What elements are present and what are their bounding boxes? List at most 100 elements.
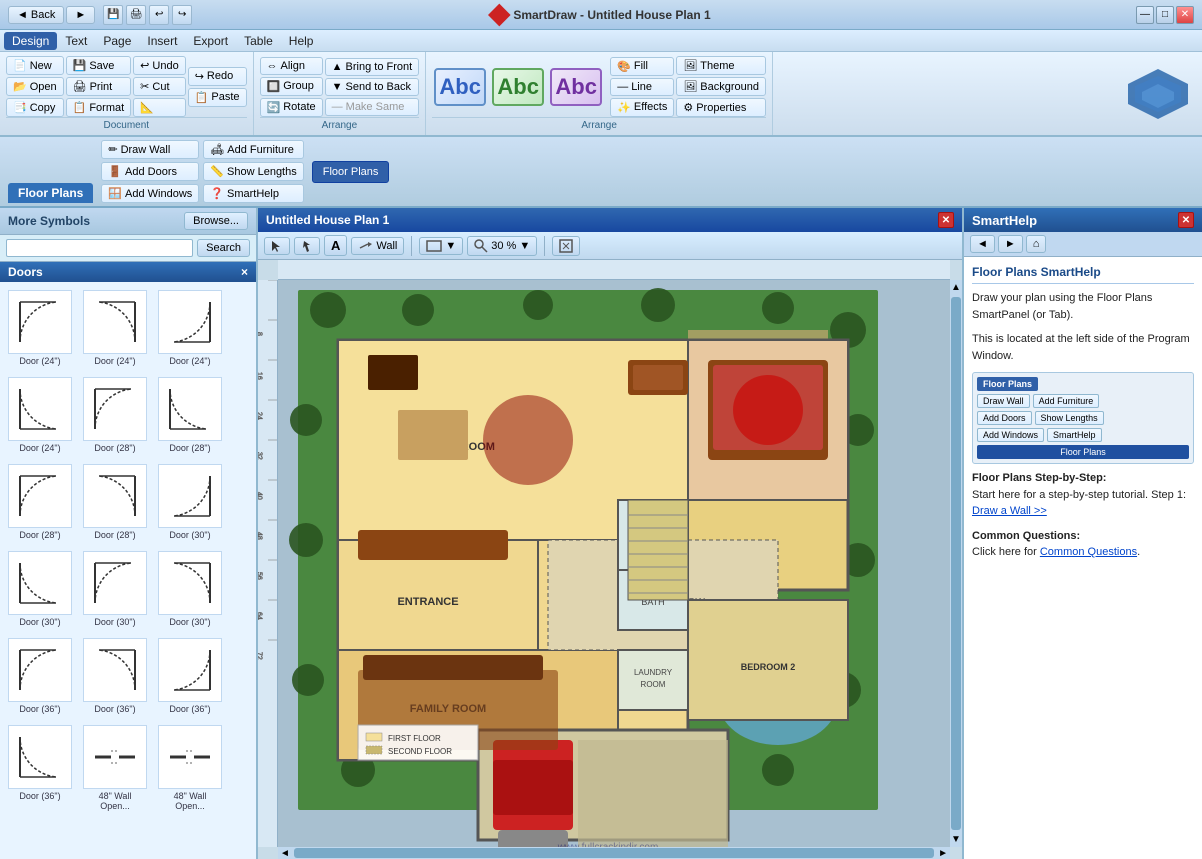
mini-add-windows-btn[interactable]: Add Windows [977,428,1044,442]
list-item[interactable]: 48" Wall Open... [79,721,151,815]
maximize-button[interactable]: □ [1156,6,1174,24]
close-button[interactable]: ✕ [1176,6,1194,24]
paste-button[interactable]: 📋 Paste [188,88,247,107]
list-item[interactable]: Door (36") [154,634,226,718]
common-questions-link[interactable]: Common Questions [1040,546,1137,558]
list-item[interactable]: Door (28") [4,460,76,544]
list-item[interactable]: Door (30") [154,547,226,631]
save-ribbon-button[interactable]: 💾 Save [66,56,132,75]
theme-button[interactable]: 🖼 Theme [676,56,766,75]
print-ribbon-button[interactable]: 🖨 Print [66,77,132,96]
back-button[interactable]: ◄ Back [8,6,64,24]
smarthelp-home-button[interactable]: ⌂ [1026,235,1047,253]
search-input[interactable] [6,239,193,257]
list-item[interactable]: Door (24") [4,373,76,457]
list-item[interactable]: Door (36") [4,721,76,815]
list-item[interactable]: Door (24") [79,286,151,370]
scroll-right-button[interactable]: ► [936,848,950,859]
scroll-down-button[interactable]: ▼ [949,832,962,847]
forward-button[interactable]: ► [66,6,95,24]
h-scrollbar-thumb[interactable] [294,848,934,858]
menu-insert[interactable]: Insert [139,32,185,50]
list-item[interactable]: Door (36") [79,634,151,718]
draw-wall-button[interactable]: ✏ Draw Wall [101,140,199,159]
menu-page[interactable]: Page [95,32,139,50]
scrollbar-thumb[interactable] [951,297,961,830]
scroll-left-button[interactable]: ◄ [278,848,292,859]
category-close-icon[interactable]: × [241,265,248,279]
properties-button[interactable]: ⚙ Properties [676,98,766,117]
rotate-button[interactable]: 🔄 Rotate [260,98,323,117]
new-button[interactable]: 📄 New [6,56,64,75]
list-item[interactable]: Door (30") [154,460,226,544]
smarthelp-forward-button[interactable]: ► [998,235,1023,253]
list-item[interactable]: Door (24") [4,286,76,370]
canvas-content[interactable]: 0 8 16 24 32 40 48 56 64 72 80 [258,260,962,859]
draw-wall-link[interactable]: Draw a Wall >> [972,505,1047,517]
zoom-button[interactable]: 30 % ▼ [467,236,537,256]
scroll-up-button[interactable]: ▲ [949,280,962,295]
mini-smarthelp-btn[interactable]: SmartHelp [1047,428,1102,442]
pointer-tool-button[interactable] [294,237,320,255]
fill-button[interactable]: 🎨 Fill [610,57,674,76]
add-doors-button[interactable]: 🚪 Add Doors [101,162,199,181]
style-button-green[interactable]: Abc [492,68,544,106]
show-lengths-button[interactable]: 📏 Show Lengths [203,162,303,181]
effects-button[interactable]: ✨ Effects [610,98,674,117]
background-button[interactable]: 🖼 Background [676,77,766,96]
open-button[interactable]: 📂 Open [6,77,64,96]
smarthelp-close-button[interactable]: ✕ [1178,212,1194,228]
browse-button[interactable]: Browse... [184,212,248,230]
list-item[interactable]: 48" Wall Open... [154,721,226,815]
line-tool-button[interactable]: Wall [351,237,404,255]
list-item[interactable]: Door (24") [154,286,226,370]
copy-ribbon-button[interactable]: 📋 Format [66,98,132,117]
mini-show-lengths-btn[interactable]: Show Lengths [1035,411,1104,425]
list-item[interactable]: Door (30") [4,547,76,631]
search-button[interactable]: Search [197,239,250,257]
fit-button[interactable] [552,236,580,256]
mini-add-doors-btn[interactable]: Add Doors [977,411,1032,425]
menu-text[interactable]: Text [57,32,95,50]
print-preview-button[interactable]: 📑 Copy [6,98,64,117]
undo-ribbon-button[interactable]: ↩ Undo [133,56,186,75]
menu-export[interactable]: Export [185,32,236,50]
style-button-purple[interactable]: Abc [550,68,602,106]
add-windows-button[interactable]: 🪟 Add Windows [101,184,199,203]
list-item[interactable]: Door (30") [79,547,151,631]
group-button[interactable]: 🔲 Group [260,77,323,96]
smarthelp-back-button[interactable]: ◄ [970,235,995,253]
list-item[interactable]: Door (28") [154,373,226,457]
list-item[interactable]: Door (36") [4,634,76,718]
print-icon[interactable]: 🖨 [126,5,146,25]
mini-draw-wall-btn[interactable]: Draw Wall [977,394,1030,408]
text-tool-button[interactable]: A [324,235,347,256]
mini-add-furniture-btn[interactable]: Add Furniture [1033,394,1100,408]
save-icon[interactable]: 💾 [103,5,123,25]
list-item[interactable]: Door (28") [79,373,151,457]
line-button[interactable]: — Line [610,78,674,96]
vertical-scrollbar[interactable]: ▲ ▼ [950,280,962,847]
floor-plans-tab[interactable]: Floor Plans [8,183,93,203]
style-button-blue[interactable]: Abc [434,68,486,106]
make-same-button[interactable]: — Make Same [325,98,420,116]
undo-icon[interactable]: ↩ [149,5,169,25]
minimize-button[interactable]: — [1136,6,1154,24]
align-button[interactable]: ⇔ Align [260,57,323,75]
shape-button[interactable]: ▼ [419,237,463,255]
smarthelp-tab-button[interactable]: ❓ SmartHelp [203,184,303,203]
menu-help[interactable]: Help [281,32,322,50]
cut-button[interactable]: ✂ Cut [133,77,186,96]
send-to-back-button[interactable]: ▼ Send to Back [325,78,420,96]
horizontal-scrollbar[interactable]: ◄ ► [278,847,950,859]
redo-icon[interactable]: ↪ [172,5,192,25]
add-furniture-button[interactable]: 🛋 Add Furniture [203,140,303,159]
menu-table[interactable]: Table [236,32,281,50]
canvas-close-button[interactable]: ✕ [938,212,954,228]
format-button[interactable]: 📐 [133,98,186,117]
redo-ribbon-button[interactable]: ↪ Redo [188,67,247,86]
bring-to-front-button[interactable]: ▲ Bring to Front [325,58,420,76]
menu-design[interactable]: Design [4,32,57,50]
list-item[interactable]: Door (28") [79,460,151,544]
floor-plan-area[interactable]: LIVING ROOM ENTRANCE FAMILY ROOM OPEN TO… [278,280,950,847]
